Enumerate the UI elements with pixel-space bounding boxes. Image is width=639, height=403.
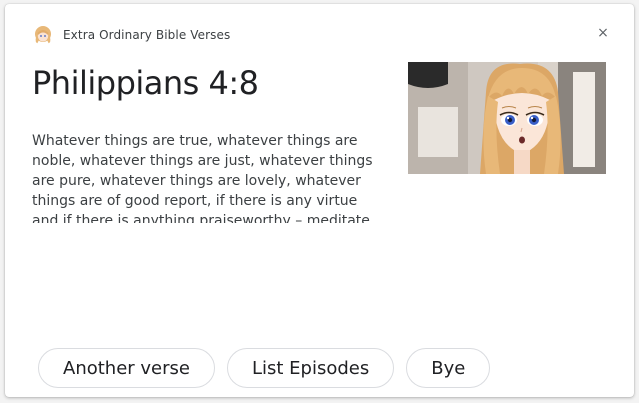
bye-button[interactable]: Bye <box>406 348 491 388</box>
another-verse-button[interactable]: Another verse <box>38 348 215 388</box>
anime-girl-avatar-icon <box>33 25 53 45</box>
close-icon[interactable]: × <box>594 24 612 42</box>
suggestion-chips: Another verse List Episodes Bye <box>38 348 491 388</box>
verse-title: Philippians 4:8 <box>32 64 259 102</box>
conversation-card: Extra Ordinary Bible Verses × Philippian… <box>5 4 634 397</box>
list-episodes-button[interactable]: List Episodes <box>226 348 395 388</box>
app-header: Extra Ordinary Bible Verses <box>33 24 230 46</box>
app-name: Extra Ordinary Bible Verses <box>63 28 231 42</box>
verse-text: Whatever things are true, whatever thing… <box>32 133 373 223</box>
anime-girl-portrait-icon <box>408 62 606 174</box>
